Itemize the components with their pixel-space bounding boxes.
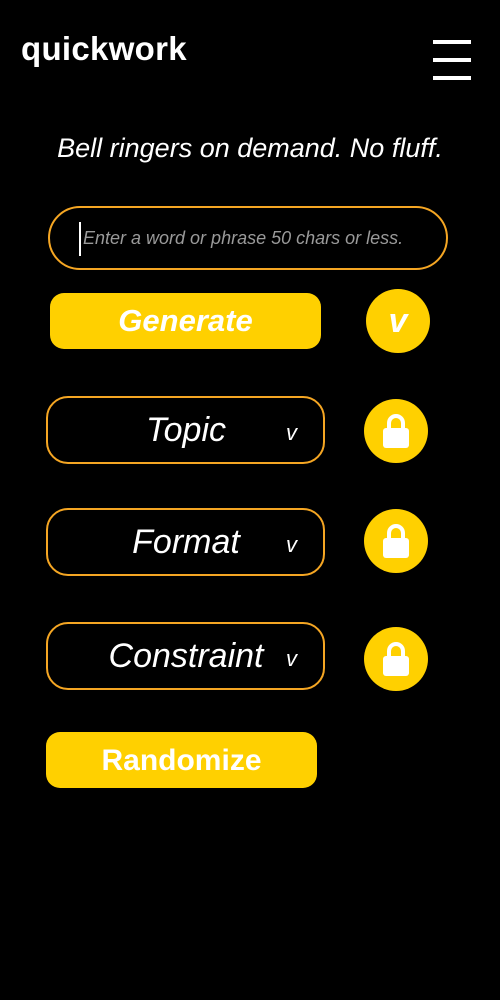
constraint-select[interactable]: Constraint v [46, 622, 325, 690]
tagline: Bell ringers on demand. No fluff. [57, 133, 443, 163]
search-input[interactable] [83, 208, 443, 268]
format-select-label: Format [132, 523, 240, 561]
format-select[interactable]: Format v [46, 508, 325, 576]
chevron-down-icon: v [286, 646, 297, 671]
lock-icon [383, 524, 409, 558]
text-caret [79, 222, 81, 256]
app-logo: quickwork [21, 30, 187, 67]
menu-bar-top [433, 40, 471, 44]
expand-options-button[interactable]: v [366, 289, 430, 353]
hamburger-menu-icon[interactable] [433, 40, 473, 82]
chevron-down-icon: v [286, 532, 297, 557]
menu-bar-bottom [433, 76, 471, 80]
constraint-select-label: Constraint [108, 637, 264, 675]
search-field-container [48, 206, 448, 270]
randomize-button[interactable]: Randomize [46, 732, 317, 788]
chevron-down-icon: v [286, 420, 297, 445]
topic-select[interactable]: Topic v [46, 396, 325, 464]
topic-lock-button[interactable] [364, 399, 428, 463]
lock-icon [383, 414, 409, 448]
generate-button[interactable]: Generate [50, 293, 321, 349]
constraint-lock-button[interactable] [364, 627, 428, 691]
menu-bar-middle [433, 58, 471, 62]
lock-icon [383, 642, 409, 676]
topic-select-label: Topic [145, 411, 227, 449]
format-lock-button[interactable] [364, 509, 428, 573]
